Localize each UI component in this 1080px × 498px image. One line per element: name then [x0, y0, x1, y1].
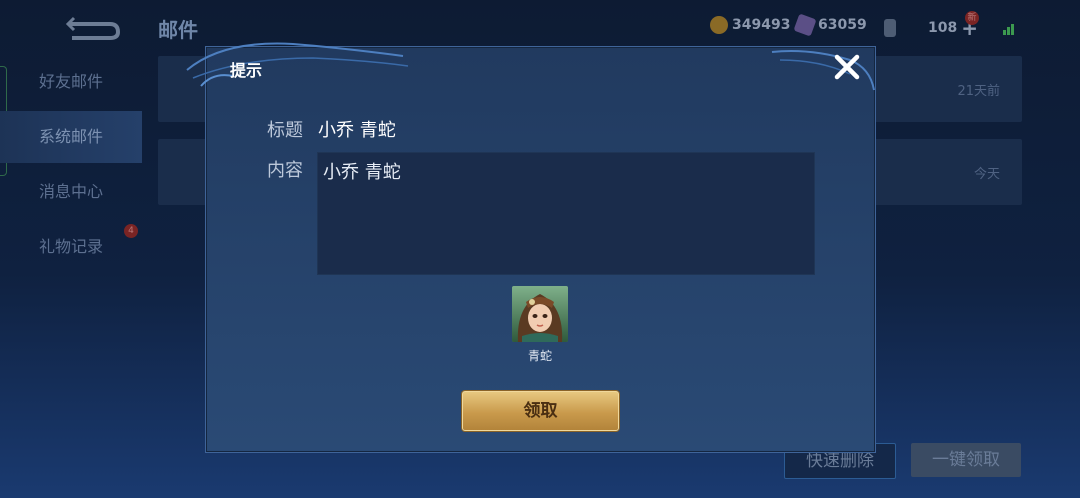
gold-coin-icon — [710, 16, 728, 34]
scroll-icon — [884, 19, 896, 37]
gem-icon — [793, 13, 817, 37]
skin-portrait-icon — [512, 286, 568, 342]
mail-time: 今天 — [973, 167, 1000, 182]
back-arrow-icon[interactable] — [62, 10, 124, 42]
claim-button[interactable]: 领取 — [462, 391, 619, 431]
energy-amount: 108 — [928, 20, 958, 36]
cloud-ornament-left — [186, 42, 409, 87]
gem-amount: 63059 — [818, 17, 867, 33]
content-label: 内容 — [267, 160, 303, 181]
gold-counter: 349493 — [710, 16, 790, 34]
mail-time: 21天前 — [957, 84, 1000, 99]
reward-name: 青蛇 — [527, 349, 552, 363]
subject-value: 小乔 青蛇 — [318, 120, 396, 141]
reward-item[interactable] — [512, 286, 568, 342]
sidebar-item-gift-record[interactable]: 礼物记录 — [0, 221, 142, 273]
energy-counter: 108 + — [884, 16, 978, 40]
content-text: 小乔 青蛇 — [323, 162, 401, 183]
dialog-title: 提示 — [230, 61, 263, 80]
gift-record-badge: 4 — [124, 224, 138, 238]
sidebar-item-friend-mail[interactable]: 好友邮件 — [0, 56, 142, 108]
subject-label: 标题 — [267, 120, 303, 141]
signal-icon — [1003, 24, 1014, 35]
content-box: 小乔 青蛇 — [317, 152, 815, 275]
new-badge: 新 — [965, 11, 979, 25]
sidebar-item-message-center[interactable]: 消息中心 — [0, 166, 142, 218]
sidebar-item-system-mail[interactable]: 系统邮件 — [0, 111, 142, 163]
gold-amount: 349493 — [732, 17, 791, 33]
gem-counter: 63059 — [793, 13, 867, 37]
close-icon[interactable] — [830, 50, 864, 84]
claim-all-button[interactable]: 一键领取 — [911, 443, 1021, 477]
